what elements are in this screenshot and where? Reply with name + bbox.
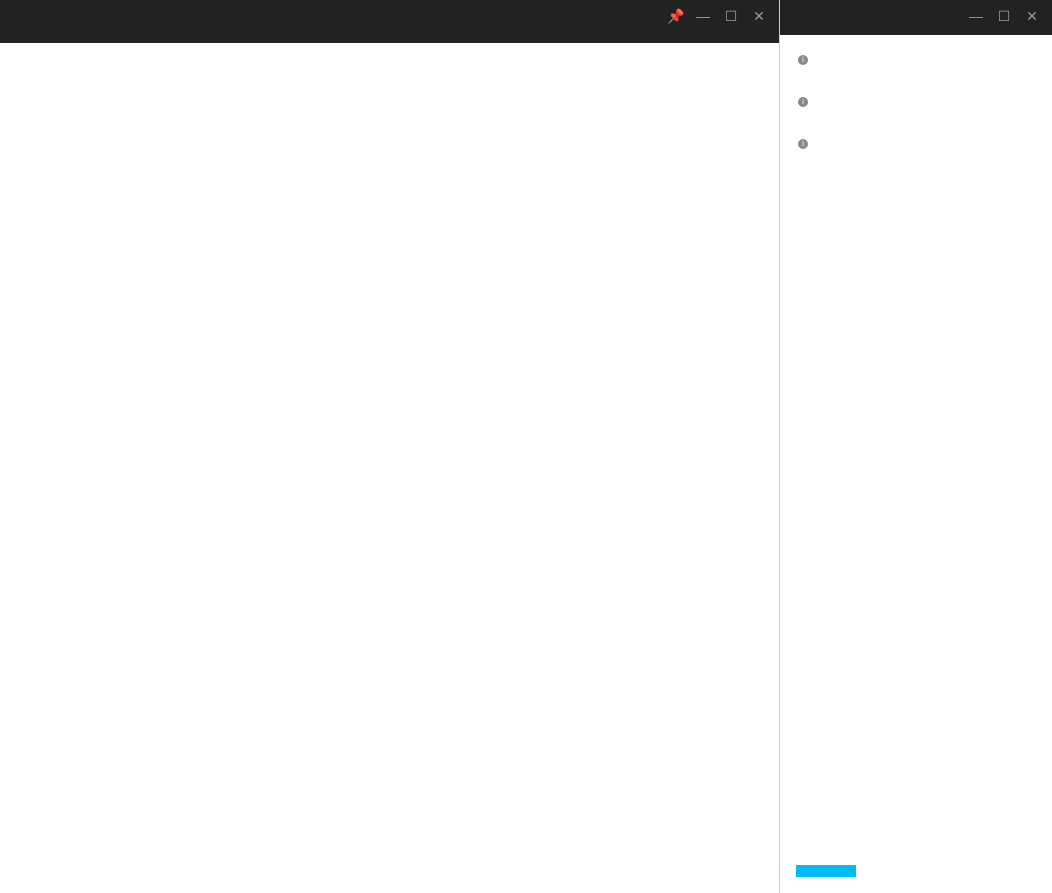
maximize-icon[interactable]: ☐ bbox=[723, 8, 739, 25]
close-icon[interactable]: ✕ bbox=[1024, 8, 1040, 25]
info-icon[interactable]: i bbox=[798, 139, 808, 149]
main-header: 📌 — ☐ ✕ bbox=[0, 0, 779, 43]
info-icon[interactable]: i bbox=[798, 55, 808, 65]
info-icon[interactable]: i bbox=[798, 97, 808, 107]
ok-button[interactable] bbox=[796, 865, 856, 877]
minimize-icon[interactable]: — bbox=[695, 8, 711, 25]
minimize-icon[interactable]: — bbox=[968, 8, 984, 25]
maximize-icon[interactable]: ☐ bbox=[996, 8, 1012, 25]
content-area bbox=[0, 43, 779, 893]
settings-panel: — ☐ ✕ i i i bbox=[780, 0, 1052, 893]
chart-legend bbox=[657, 59, 757, 289]
main-panel: 📌 — ☐ ✕ bbox=[0, 0, 780, 893]
pin-icon[interactable]: 📌 bbox=[667, 8, 683, 25]
window-controls: 📌 — ☐ ✕ bbox=[667, 8, 767, 25]
settings-window-controls: — ☐ ✕ bbox=[968, 8, 1040, 25]
close-icon[interactable]: ✕ bbox=[751, 8, 767, 25]
toolbar bbox=[0, 29, 779, 43]
chart-area bbox=[22, 59, 657, 289]
